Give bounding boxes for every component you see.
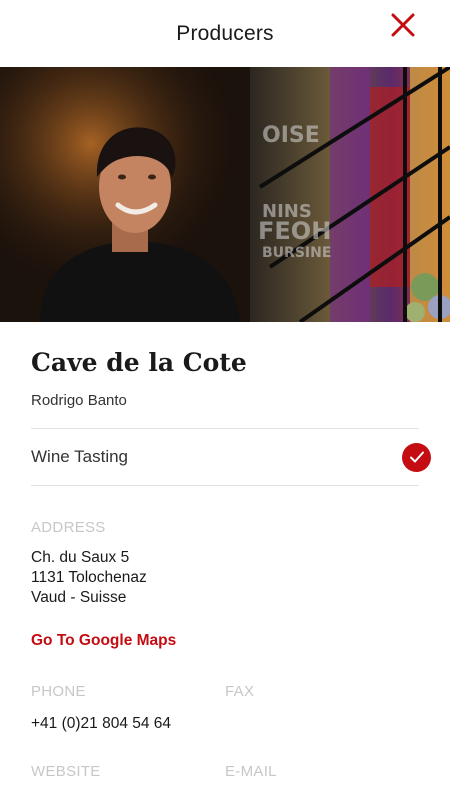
- producer-photo: OISE NINS FEOH BURSINE: [0, 67, 450, 322]
- service-row-wine-tasting: Wine Tasting: [31, 429, 431, 485]
- svg-text:FEOH: FEOH: [258, 217, 331, 245]
- page-title: Producers: [176, 21, 274, 45]
- address-block: Ch. du Saux 5 1131 Tolochenaz Vaud - Sui…: [31, 548, 419, 608]
- address-line: Ch. du Saux 5: [31, 549, 130, 566]
- google-maps-link[interactable]: Go To Google Maps: [31, 632, 176, 649]
- header: Producers: [0, 0, 450, 67]
- divider: [31, 485, 419, 486]
- fax-label: FAX: [225, 683, 255, 700]
- check-badge: [402, 442, 431, 472]
- address-line: 1131 Tolochenaz: [31, 569, 147, 586]
- service-label: Wine Tasting: [31, 447, 129, 466]
- check-icon: [409, 451, 424, 463]
- close-icon: [391, 13, 415, 37]
- producer-owner: Rodrigo Banto: [31, 392, 127, 409]
- svg-text:OISE: OISE: [262, 123, 320, 148]
- address-line: Vaud - Suisse: [31, 589, 127, 606]
- producer-name: Cave de la Cote: [31, 348, 247, 377]
- email-label: E-MAIL: [225, 763, 277, 780]
- close-button[interactable]: [390, 12, 416, 38]
- address-label: ADDRESS: [31, 519, 106, 536]
- phone-value[interactable]: +41 (0)21 804 54 64: [31, 715, 225, 733]
- svg-text:BURSINE: BURSINE: [262, 245, 331, 261]
- phone-label: PHONE: [31, 683, 86, 700]
- website-label: WEBSITE: [31, 763, 101, 780]
